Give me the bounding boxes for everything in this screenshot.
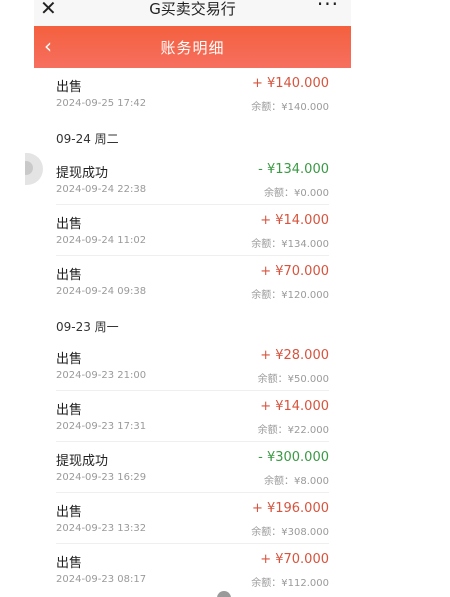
transaction-type: 提现成功: [56, 454, 109, 469]
transaction-row[interactable]: 出售 + ¥70.000 2024-09-24 09:38 余额：¥120.00…: [34, 256, 351, 307]
transaction-amount: + ¥70.000: [260, 264, 329, 279]
transaction-type: 出售: [56, 505, 83, 520]
balance-after: 余额：¥22.000: [257, 425, 329, 436]
transaction-type: 提现成功: [56, 166, 109, 181]
transaction-time: 2024-09-23 13:32: [56, 523, 147, 534]
transaction-type: 出售: [56, 80, 83, 95]
transaction-row[interactable]: 出售 + ¥14.000 2024-09-24 11:02 余额：¥134.00…: [34, 205, 351, 256]
transaction-type: 出售: [56, 217, 83, 232]
transaction-type: 出售: [56, 352, 83, 367]
transaction-time: 2024-09-23 08:17: [56, 574, 147, 585]
transaction-amount: + ¥140.000: [251, 76, 329, 91]
balance-after: 余额：¥0.000: [264, 188, 329, 199]
transaction-time: 2024-09-23 16:29: [56, 472, 147, 483]
day-header: 09-23 周一: [56, 320, 119, 334]
balance-after: 余额：¥134.000: [251, 239, 329, 250]
transaction-time: 2024-09-23 17:31: [56, 421, 147, 432]
transaction-amount: + ¥70.000: [260, 552, 329, 567]
transaction-row[interactable]: 出售 + ¥196.000 2024-09-23 13:32 余额：¥308.0…: [34, 493, 351, 544]
transaction-amount: + ¥196.000: [251, 501, 329, 516]
app-title: G买卖交易行: [149, 0, 236, 18]
balance-after: 余额：¥50.000: [257, 374, 329, 385]
transaction-time: 2024-09-23 21:00: [56, 370, 147, 381]
balance-after: 余额：¥308.000: [251, 527, 329, 538]
mini-program-bar: ✕ G买卖交易行 ···: [34, 0, 351, 26]
balance-after: 余额：¥8.000: [264, 476, 329, 487]
app-screen: ✕ G买卖交易行 ··· ‹ 账务明细 出售 + ¥140.000 2024-0…: [34, 0, 351, 597]
transaction-amount: + ¥14.000: [260, 399, 329, 414]
transaction-time: 2024-09-24 11:02: [56, 235, 147, 246]
transaction-row[interactable]: 出售 + ¥14.000 2024-09-23 17:31 余额：¥22.000: [34, 391, 351, 442]
page-title: 账务明细: [160, 39, 225, 57]
transaction-time: 2024-09-24 09:38: [56, 286, 147, 297]
transaction-amount: + ¥28.000: [260, 348, 329, 363]
balance-after: 余额：¥120.000: [251, 290, 329, 301]
more-icon[interactable]: ···: [317, 0, 339, 16]
transaction-row[interactable]: 出售 + ¥70.000 2024-09-23 08:17 余额：¥112.00…: [34, 544, 351, 595]
transaction-row[interactable]: 提现成功 - ¥300.000 2024-09-23 16:29 余额：¥8.0…: [34, 442, 351, 493]
balance-after: 余额：¥140.000: [251, 102, 329, 113]
transaction-row[interactable]: 提现成功 - ¥134.000 2024-09-24 22:38 余额：¥0.0…: [34, 154, 351, 205]
transaction-amount: - ¥300.000: [258, 450, 329, 465]
balance-after: 余额：¥112.000: [251, 578, 329, 589]
transaction-type: 出售: [56, 268, 83, 283]
transaction-type: 出售: [56, 403, 83, 418]
transaction-type: 出售: [56, 556, 83, 571]
day-header: 09-24 周二: [56, 132, 119, 146]
transaction-time: 2024-09-24 22:38: [56, 184, 147, 195]
transaction-row[interactable]: 出售 + ¥28.000 2024-09-23 21:00 余额：¥50.000: [34, 340, 351, 391]
transaction-row[interactable]: 出售 + ¥140.000 2024-09-25 17:42 余额：¥140.0…: [34, 68, 351, 119]
transaction-amount: - ¥134.000: [258, 162, 329, 177]
screenshot-canvas: ✕ G买卖交易行 ··· ‹ 账务明细 出售 + ¥140.000 2024-0…: [0, 0, 450, 597]
transaction-time: 2024-09-25 17:42: [56, 98, 147, 109]
transaction-amount: + ¥14.000: [260, 213, 329, 228]
page-header: ‹ 账务明细: [34, 26, 351, 68]
